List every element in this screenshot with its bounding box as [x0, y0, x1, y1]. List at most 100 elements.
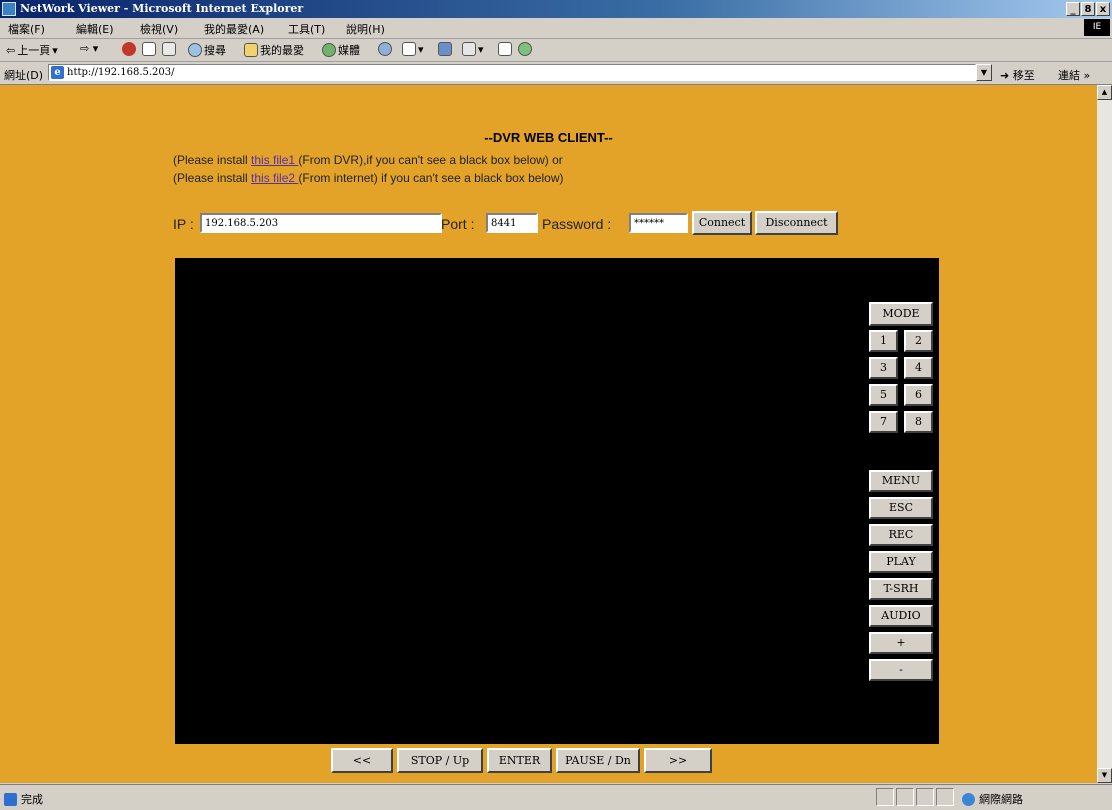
audio-button[interactable]: AUDIO — [869, 605, 933, 627]
status-text-area: 完成 — [4, 791, 43, 807]
page-done-icon — [4, 792, 17, 806]
install-line-2-prefix: (Please install — [173, 171, 252, 185]
maximize-button[interactable]: 8 — [1081, 2, 1095, 16]
windows-logo-icon: IE — [1084, 19, 1110, 36]
globe-icon — [962, 792, 975, 806]
back-button[interactable]: ⇦ 上一頁 ▾ — [6, 42, 58, 58]
channel-6-button[interactable]: 6 — [904, 384, 933, 406]
plus-button[interactable]: + — [869, 632, 933, 654]
ie-page-icon: e — [51, 66, 64, 79]
standard-toolbar: ⇦ 上一頁 ▾ ⇨ ▾ 搜尋 我的最愛 媒體 ▾ ▾ — [0, 39, 1112, 62]
menu-favorites[interactable]: 我的最愛(A) — [204, 21, 264, 37]
ie-app-icon — [2, 2, 16, 16]
channel-7-button[interactable]: 7 — [869, 411, 898, 433]
install-file1-link[interactable]: this file1 — [251, 153, 298, 167]
menu-edit[interactable]: 編輯(E) — [76, 21, 114, 37]
window-title-bar: NetWork Viewer - Microsoft Internet Expl… — [0, 0, 1112, 18]
port-input[interactable] — [486, 213, 538, 233]
video-viewer[interactable] — [175, 258, 939, 744]
favorites-label: 我的最愛 — [260, 44, 304, 57]
back-label: 上一頁 — [17, 44, 51, 57]
window-title: NetWork Viewer - Microsoft Internet Expl… — [20, 2, 304, 15]
print-button[interactable] — [438, 42, 452, 56]
address-url: http://192.168.5.203/ — [67, 67, 175, 78]
channel-4-button[interactable]: 4 — [904, 357, 933, 379]
channel-8-button[interactable]: 8 — [904, 411, 933, 433]
history-button[interactable] — [378, 42, 392, 56]
history-icon — [378, 42, 392, 56]
close-button[interactable]: x — [1096, 2, 1110, 16]
install-line-2-suffix: (From internet) if you can't see a black… — [298, 171, 564, 185]
favorites-button[interactable]: 我的最愛 — [244, 42, 304, 58]
back-arrow-icon: ⇦ — [6, 43, 16, 57]
page-content: --DVR WEB CLIENT-- (Please install this … — [0, 85, 1097, 783]
install-line-2: (Please install this file2 (From interne… — [173, 171, 563, 185]
install-file2-link[interactable]: this file2 — [251, 171, 298, 185]
status-panel — [936, 788, 954, 806]
refresh-button[interactable] — [142, 42, 156, 56]
go-arrow-icon: ➜ — [1000, 69, 1010, 82]
page-title: --DVR WEB CLIENT-- — [484, 130, 613, 145]
media-button[interactable]: 媒體 — [322, 42, 360, 58]
forward-button[interactable]: ⇨ ▾ — [80, 42, 98, 55]
install-line-1-suffix: (From DVR),if you can't see a black box … — [298, 153, 563, 167]
status-panel — [896, 788, 914, 806]
password-input[interactable] — [629, 213, 688, 233]
internet-zone: 網際網路 — [962, 791, 1023, 807]
enter-button[interactable]: ENTER — [487, 748, 552, 773]
menu-tools[interactable]: 工具(T) — [288, 21, 325, 37]
dropdown-arrow-icon: ▾ — [478, 42, 484, 56]
esc-button[interactable]: ESC — [869, 497, 933, 519]
pause-down-button[interactable]: PAUSE / Dn — [556, 748, 640, 773]
port-label: Port : — [441, 216, 475, 232]
stop-button[interactable] — [122, 42, 136, 56]
scroll-down-icon[interactable]: ▼ — [1097, 768, 1112, 783]
dropdown-arrow-icon: ▾ — [52, 43, 58, 57]
connect-button[interactable]: Connect — [692, 211, 752, 235]
minimize-button[interactable]: _ — [1066, 2, 1080, 16]
fast-forward-button[interactable]: >> — [644, 748, 712, 773]
menu-bar: 檔案(F) 編輯(E) 檢視(V) 我的最愛(A) 工具(T) 說明(H) IE — [0, 18, 1112, 39]
refresh-icon — [142, 42, 156, 56]
status-bar: 完成 網際網路 — [0, 784, 1112, 810]
favorites-icon — [244, 43, 258, 57]
channel-1-button[interactable]: 1 — [869, 330, 898, 352]
channel-5-button[interactable]: 5 — [869, 384, 898, 406]
disconnect-button[interactable]: Disconnect — [755, 211, 838, 235]
install-line-1-prefix: (Please install — [173, 153, 252, 167]
search-button[interactable]: 搜尋 — [188, 42, 226, 58]
address-dropdown-icon[interactable]: ▼ — [976, 64, 992, 81]
discuss-icon — [498, 42, 512, 56]
time-search-button[interactable]: T-SRH — [869, 578, 933, 600]
menu-file[interactable]: 檔案(F) — [8, 21, 45, 37]
ip-input[interactable] — [200, 213, 442, 233]
channel-2-button[interactable]: 2 — [904, 330, 933, 352]
edit-page-icon — [462, 42, 476, 56]
play-button[interactable]: PLAY — [869, 551, 933, 573]
mode-button[interactable]: MODE — [869, 302, 933, 326]
home-button[interactable] — [162, 42, 176, 56]
vertical-scrollbar[interactable]: ▲ ▼ — [1097, 85, 1112, 783]
menu-help[interactable]: 說明(H) — [346, 21, 385, 37]
mail-button[interactable]: ▾ — [402, 42, 424, 56]
media-label: 媒體 — [338, 44, 360, 57]
messenger-button[interactable] — [518, 42, 532, 56]
scroll-up-icon[interactable]: ▲ — [1097, 85, 1112, 100]
rec-button[interactable]: REC — [869, 524, 933, 546]
search-label: 搜尋 — [204, 44, 226, 57]
dropdown-arrow-icon: ▾ — [418, 42, 424, 56]
menu-button[interactable]: MENU — [869, 470, 933, 492]
menu-view[interactable]: 檢視(V) — [140, 21, 178, 37]
rewind-button[interactable]: << — [331, 748, 393, 773]
zone-label: 網際網路 — [979, 793, 1023, 806]
edit-button[interactable]: ▾ — [462, 42, 484, 56]
minus-button[interactable]: - — [869, 659, 933, 681]
stop-up-button[interactable]: STOP / Up — [397, 748, 483, 773]
address-bar: 網址(D) e http://192.168.5.203/ ▼ ➜ 移至 連結 … — [0, 62, 1112, 85]
go-button[interactable]: ➜ 移至 — [1000, 67, 1035, 83]
discuss-button[interactable] — [498, 42, 512, 56]
channel-3-button[interactable]: 3 — [869, 357, 898, 379]
links-button[interactable]: 連結 » — [1058, 67, 1090, 83]
status-panel — [876, 788, 894, 806]
address-input[interactable]: e http://192.168.5.203/ — [48, 64, 976, 81]
